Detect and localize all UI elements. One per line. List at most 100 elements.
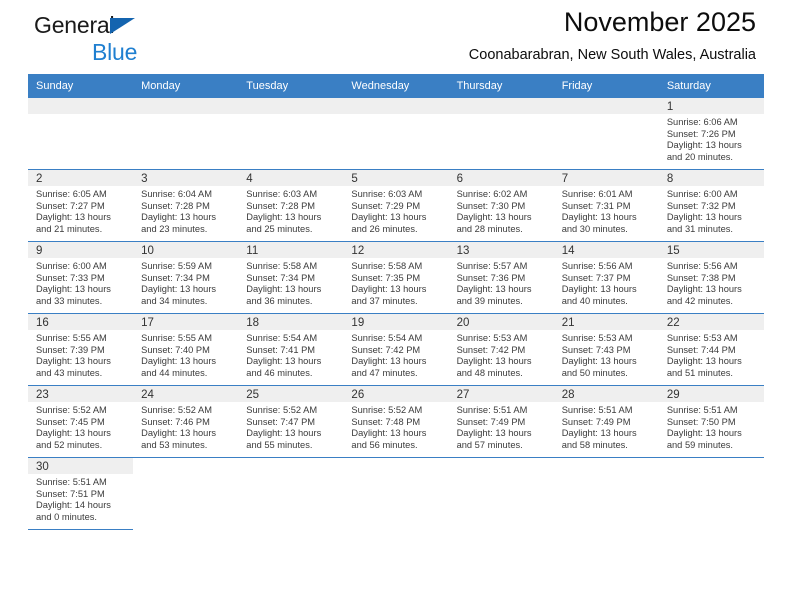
daylight-duration-line1: Daylight: 14 hours (36, 500, 111, 511)
calendar-day-cell[interactable]: 15 Sunrise: 5:56 AM Sunset: 7:38 PM Dayligh… (658, 241, 764, 314)
daylight-duration-line2: and 36 minutes. (246, 296, 313, 307)
day-details: Sunrise: 5:56 AM Sunset: 7:37 PM Daylight:… (554, 258, 659, 308)
day-cell-inner (553, 98, 659, 169)
day-cell-inner: 27 Sunrise: 5:51 AM Sunset: 7:49 PM Dayligh… (448, 386, 554, 457)
sunrise-time: Sunrise: 5:58 AM (246, 261, 318, 271)
day-cell-inner: 25 Sunrise: 5:52 AM Sunset: 7:47 PM Dayligh… (238, 386, 344, 457)
brand-logo[interactable]: General Blue (34, 14, 137, 64)
day-details: Sunrise: 6:02 AM Sunset: 7:30 PM Daylight:… (449, 186, 554, 236)
calendar-day-cell[interactable]: 5 Sunrise: 6:03 AM Sunset: 7:29 PM Daylight… (343, 169, 449, 242)
daylight-duration-line1: Daylight: 13 hours (456, 428, 532, 439)
sunrise-time: Sunrise: 5:56 AM (666, 261, 738, 271)
sunset-time: Sunset: 7:48 PM (351, 416, 421, 427)
calendar-day-cell[interactable]: 26 Sunrise: 5:52 AM Sunset: 7:48 PM Dayligh… (343, 385, 449, 458)
calendar-day-cell[interactable]: 7 Sunrise: 6:01 AM Sunset: 7:31 PM Daylight… (553, 169, 659, 242)
daylight-duration-line2: and 0 minutes. (36, 512, 97, 523)
sunset-time: Sunset: 7:49 PM (561, 416, 631, 427)
sunset-time: Sunset: 7:37 PM (561, 272, 631, 283)
day-cell-inner: 14 Sunrise: 5:56 AM Sunset: 7:37 PM Dayligh… (553, 242, 659, 313)
day-cell-inner: 16 Sunrise: 5:55 AM Sunset: 7:39 PM Dayligh… (28, 314, 134, 385)
calendar-day-cell[interactable]: 24 Sunrise: 5:52 AM Sunset: 7:46 PM Dayligh… (133, 385, 239, 458)
brand-name-blue: Blue (92, 39, 138, 65)
day-cell-inner: 6 Sunrise: 6:02 AM Sunset: 7:30 PM Daylight… (448, 170, 554, 241)
calendar-day-cell[interactable]: 6 Sunrise: 6:02 AM Sunset: 7:30 PM Daylight… (448, 169, 554, 242)
calendar-day-cell[interactable]: 10 Sunrise: 5:59 AM Sunset: 7:34 PM Dayligh… (133, 241, 239, 314)
day-cell-inner: 30 Sunrise: 5:51 AM Sunset: 7:51 PM Dayligh… (28, 458, 134, 529)
sunset-time: Sunset: 7:28 PM (141, 200, 210, 211)
calendar-day-cell[interactable]: 27 Sunrise: 5:51 AM Sunset: 7:49 PM Dayligh… (448, 385, 554, 458)
sunset-time: Sunset: 7:34 PM (141, 272, 210, 283)
daylight-duration-line2: and 50 minutes. (561, 368, 628, 379)
day-details: Sunrise: 6:00 AM Sunset: 7:33 PM Daylight:… (28, 258, 133, 308)
daylight-duration-line2: and 37 minutes. (351, 296, 418, 307)
daylight-duration-line1: Daylight: 13 hours (246, 284, 322, 295)
sunrise-time: Sunrise: 5:51 AM (456, 405, 528, 415)
calendar-day-cell[interactable]: 4 Sunrise: 6:03 AM Sunset: 7:28 PM Daylight… (238, 169, 344, 242)
calendar-header-row: Sunday Monday Tuesday Wednesday Thursday Frid… (28, 74, 764, 98)
day-cell-inner: 24 Sunrise: 5:52 AM Sunset: 7:46 PM Dayligh… (133, 386, 239, 457)
sunset-time: Sunset: 7:45 PM (36, 416, 105, 427)
day-cell-inner: 4 Sunrise: 6:03 AM Sunset: 7:28 PM Daylight… (238, 170, 344, 241)
sunrise-time: Sunrise: 5:52 AM (141, 405, 212, 415)
sunrise-time: Sunrise: 5:54 AM (246, 333, 318, 343)
calendar-day-cell[interactable]: 14 Sunrise: 5:56 AM Sunset: 7:37 PM Dayligh… (553, 241, 659, 314)
calendar-day-cell[interactable]: 11 Sunrise: 5:58 AM Sunset: 7:34 PM Dayligh… (238, 241, 344, 314)
calendar-cell-empty (659, 458, 764, 530)
weekday-header-sunday: Sunday (28, 74, 134, 98)
calendar-day-cell[interactable]: 28 Sunrise: 5:51 AM Sunset: 7:49 PM Dayligh… (553, 385, 659, 458)
sunset-time: Sunset: 7:40 PM (141, 344, 210, 355)
calendar-day-cell[interactable]: 23 Sunrise: 5:52 AM Sunset: 7:45 PM Dayligh… (28, 385, 134, 458)
day-number: 14 (553, 242, 659, 258)
calendar-day-cell[interactable]: 29 Sunrise: 5:51 AM Sunset: 7:50 PM Dayligh… (658, 385, 764, 458)
calendar-day-cell[interactable]: 30 Sunrise: 5:51 AM Sunset: 7:51 PM Dayligh… (28, 457, 134, 530)
daylight-duration-line1: Daylight: 13 hours (561, 212, 637, 223)
calendar-day-cell[interactable]: 2 Sunrise: 6:05 AM Sunset: 7:27 PM Daylight… (28, 169, 134, 242)
daylight-duration-line2: and 56 minutes. (351, 440, 418, 451)
calendar-day-cell[interactable]: 8 Sunrise: 6:00 AM Sunset: 7:32 PM Daylight… (658, 169, 764, 242)
day-number: 3 (133, 170, 239, 186)
calendar-cell-empty (449, 458, 554, 530)
daylight-duration-line2: and 34 minutes. (141, 296, 208, 307)
calendar-day-cell[interactable]: 18 Sunrise: 5:54 AM Sunset: 7:41 PM Dayligh… (238, 313, 344, 386)
calendar-day-cell[interactable]: 19 Sunrise: 5:54 AM Sunset: 7:42 PM Dayligh… (343, 313, 449, 386)
daylight-duration-line1: Daylight: 13 hours (141, 356, 217, 367)
calendar-cell-empty (238, 98, 344, 170)
daylight-duration-line2: and 44 minutes. (141, 368, 208, 379)
sunrise-time: Sunrise: 5:53 AM (561, 333, 633, 343)
sunset-time: Sunset: 7:26 PM (666, 128, 736, 139)
calendar-day-cell[interactable]: 3 Sunrise: 6:04 AM Sunset: 7:28 PM Daylight… (133, 169, 239, 242)
calendar-day-cell[interactable]: 16 Sunrise: 5:55 AM Sunset: 7:39 PM Dayligh… (28, 313, 134, 386)
calendar-cell-empty (448, 98, 554, 170)
sunrise-time: Sunrise: 5:59 AM (141, 261, 212, 271)
calendar-day-cell[interactable]: 22 Sunrise: 5:53 AM Sunset: 7:44 PM Dayligh… (658, 313, 764, 386)
day-number: 2 (28, 170, 134, 186)
weekday-header-friday: Friday (553, 74, 659, 98)
daylight-duration-line1: Daylight: 13 hours (246, 428, 322, 439)
calendar-day-cell[interactable]: 17 Sunrise: 5:55 AM Sunset: 7:40 PM Dayligh… (133, 313, 239, 386)
day-cell-inner: 22 Sunrise: 5:53 AM Sunset: 7:44 PM Dayligh… (658, 314, 764, 385)
day-details: Sunrise: 5:51 AM Sunset: 7:49 PM Daylight:… (554, 402, 659, 452)
calendar-day-cell[interactable]: 1 Sunrise: 6:06 AM Sunset: 7:26 PM Daylight… (658, 98, 764, 170)
calendar-day-cell[interactable]: 12 Sunrise: 5:58 AM Sunset: 7:35 PM Dayligh… (343, 241, 449, 314)
weekday-header-saturday: Saturday (658, 74, 764, 98)
calendar-day-cell[interactable]: 21 Sunrise: 5:53 AM Sunset: 7:43 PM Dayligh… (553, 313, 659, 386)
daylight-duration-line1: Daylight: 13 hours (246, 212, 322, 223)
day-number (28, 98, 134, 114)
calendar-day-cell[interactable]: 25 Sunrise: 5:52 AM Sunset: 7:47 PM Dayligh… (238, 385, 344, 458)
day-details: Sunrise: 5:54 AM Sunset: 7:42 PM Daylight:… (343, 330, 448, 380)
daylight-duration-line1: Daylight: 13 hours (666, 284, 742, 295)
calendar-day-cell[interactable]: 13 Sunrise: 5:57 AM Sunset: 7:36 PM Dayligh… (448, 241, 554, 314)
day-number: 1 (658, 98, 764, 114)
daylight-duration-line2: and 28 minutes. (456, 224, 523, 235)
daylight-duration-line2: and 40 minutes. (561, 296, 628, 307)
calendar-day-cell[interactable]: 9 Sunrise: 6:00 AM Sunset: 7:33 PM Daylight… (28, 241, 134, 314)
calendar-day-cell[interactable]: 20 Sunrise: 5:53 AM Sunset: 7:42 PM Dayligh… (448, 313, 554, 386)
sunrise-time: Sunrise: 5:55 AM (141, 333, 212, 343)
page-title: November 2025 (563, 7, 756, 37)
daylight-duration-line1: Daylight: 13 hours (456, 212, 532, 223)
day-details: Sunrise: 6:01 AM Sunset: 7:31 PM Daylight:… (554, 186, 659, 236)
daylight-duration-line1: Daylight: 13 hours (36, 428, 111, 439)
day-details: Sunrise: 5:52 AM Sunset: 7:45 PM Daylight:… (28, 402, 133, 452)
day-cell-inner (133, 458, 238, 530)
day-cell-inner: 17 Sunrise: 5:55 AM Sunset: 7:40 PM Dayligh… (133, 314, 239, 385)
